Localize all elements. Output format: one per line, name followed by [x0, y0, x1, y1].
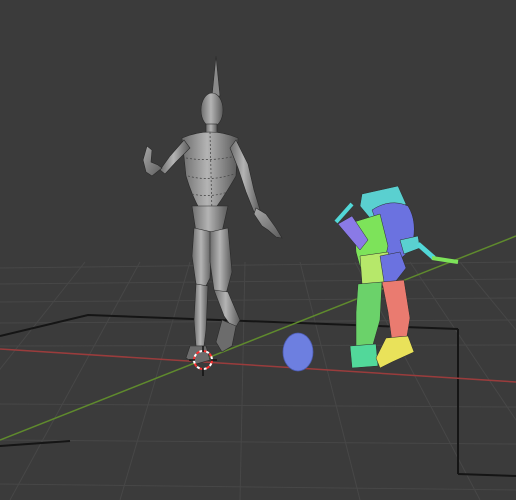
viewport-background	[0, 0, 516, 500]
3d-viewport[interactable]	[0, 0, 516, 500]
ball[interactable]	[282, 332, 314, 372]
figure-head	[200, 92, 224, 128]
viewport-canvas[interactable]	[0, 0, 516, 500]
figure-left-thigh	[191, 227, 213, 287]
figure-right-thigh	[209, 227, 233, 295]
colored-figure-left-foot	[349, 343, 379, 369]
